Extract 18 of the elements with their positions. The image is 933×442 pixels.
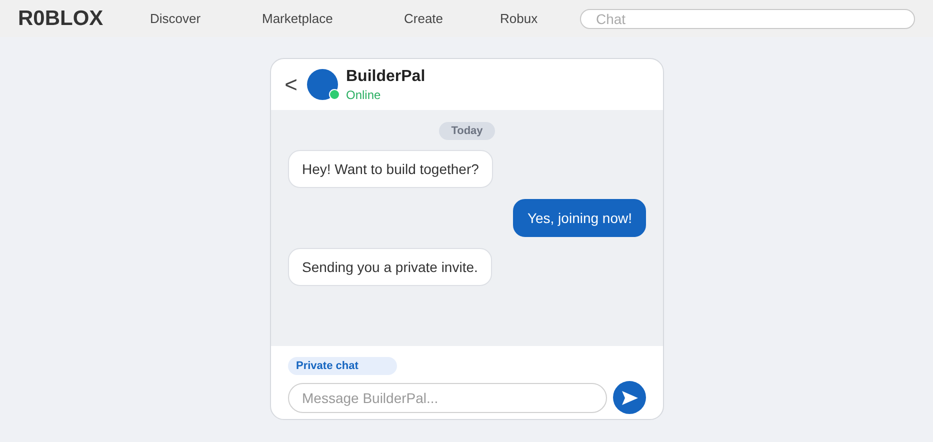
logo[interactable]: R0BLOX: [18, 6, 150, 30]
date-label: Today: [439, 122, 495, 140]
message-field[interactable]: Message BuilderPal...: [288, 382, 607, 412]
nav-link[interactable]: Marketplace: [262, 11, 404, 26]
avatar: [307, 69, 338, 100]
contact-name: BuilderPal: [346, 68, 426, 86]
nav-link[interactable]: Discover: [150, 11, 262, 26]
send-button[interactable]: [613, 381, 646, 414]
back-button[interactable]: <: [283, 72, 299, 98]
message-bubble: Sending you a private invite.: [288, 248, 492, 286]
status-text: Online: [346, 88, 382, 102]
nav-link[interactable]: Robux: [500, 11, 580, 26]
send-icon: [622, 390, 638, 404]
private-chat-tag: Private chat: [288, 357, 398, 375]
message-bubble: Hey! Want to build together?: [288, 150, 493, 188]
message-bubble: Yes, joining now!: [513, 199, 646, 237]
chat-search-field[interactable]: Chat: [580, 8, 915, 28]
nav-link[interactable]: Create: [404, 11, 500, 26]
